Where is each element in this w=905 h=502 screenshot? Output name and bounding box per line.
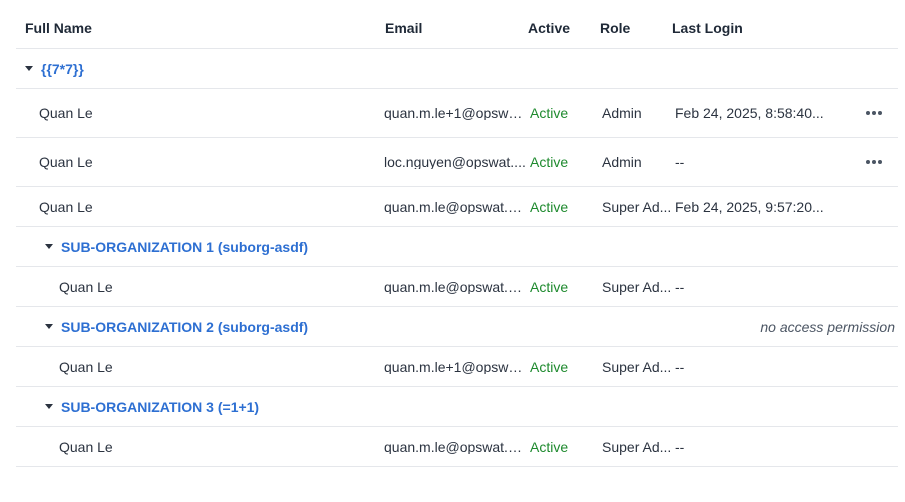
- user-email: loc.nguyen@opswat....: [384, 138, 526, 186]
- group-toggle[interactable]: SUB-ORGANIZATION 1 (suborg-asdf): [45, 227, 308, 266]
- header-role[interactable]: Role: [600, 8, 670, 48]
- user-email: quan.m.le@opswat.c...: [384, 267, 526, 306]
- row-actions: [856, 138, 892, 186]
- header-email[interactable]: Email: [385, 8, 515, 48]
- group-row[interactable]: SUB-ORGANIZATION 1 (suborg-asdf): [16, 227, 898, 267]
- user-name: Quan Le: [59, 358, 113, 375]
- table-row[interactable]: Quan Le quan.m.le@opswat.c... Active Sup…: [16, 267, 898, 307]
- access-note: no access permission: [760, 318, 895, 335]
- user-last-login: Feb 24, 2025, 9:57:20...: [675, 198, 824, 215]
- more-horizontal-icon[interactable]: [866, 111, 882, 115]
- group-toggle[interactable]: SUB-ORGANIZATION 3 (=1+1): [45, 387, 259, 426]
- row-actions: [856, 89, 892, 137]
- user-email-text: quan.m.le+1@opswa...: [384, 106, 526, 120]
- group-label: {{7*7}}: [41, 60, 84, 77]
- group-label: SUB-ORGANIZATION 2 (suborg-asdf): [61, 318, 309, 335]
- user-email-text: quan.m.le@opswat.c...: [384, 279, 526, 294]
- group-row[interactable]: SUB-ORGANIZATION 2 (suborg-asdf) no acce…: [16, 307, 898, 347]
- user-role: Admin: [602, 105, 642, 121]
- user-active-status: Active: [530, 358, 569, 375]
- user-name: Quan Le: [59, 278, 113, 295]
- header-full-name[interactable]: Full Name: [25, 8, 365, 48]
- user-last-login: --: [675, 154, 685, 170]
- user-active-status: Active: [530, 105, 569, 121]
- caret-down-icon[interactable]: [45, 324, 53, 329]
- user-email-text: quan.m.le+1@opswa...: [384, 359, 526, 374]
- group-label: SUB-ORGANIZATION 1 (suborg-asdf): [61, 238, 309, 255]
- table-row[interactable]: Quan Le quan.m.le+1@opswa... Active Admi…: [16, 89, 898, 138]
- user-email: quan.m.le+1@opswa...: [384, 347, 526, 386]
- group-row[interactable]: SUB-ORGANIZATION 3 (=1+1): [16, 387, 898, 427]
- user-email-text: loc.nguyen@opswat....: [384, 155, 526, 169]
- user-email-text: quan.m.le@opswat.c...: [384, 439, 526, 454]
- user-last-login: --: [675, 438, 685, 455]
- user-email: quan.m.le@opswat.c...: [384, 427, 526, 466]
- user-email: quan.m.le+1@opswa...: [384, 89, 526, 137]
- user-active-status: Active: [530, 278, 569, 295]
- table-row[interactable]: Quan Le quan.m.le@opswat.c... Active Sup…: [16, 427, 898, 467]
- user-active-status: Active: [530, 154, 569, 170]
- user-active-status: Active: [530, 438, 569, 455]
- user-last-login: --: [675, 278, 685, 295]
- user-active-status: Active: [530, 198, 569, 215]
- user-last-login: --: [675, 358, 685, 375]
- table-row[interactable]: Quan Le quan.m.le@opswat.c... Active Sup…: [16, 187, 898, 227]
- group-label: SUB-ORGANIZATION 3 (=1+1): [61, 398, 260, 415]
- group-toggle[interactable]: {{7*7}}: [25, 49, 84, 88]
- header-active[interactable]: Active: [528, 8, 598, 48]
- table-header: Full Name Email Active Role Last Login: [16, 8, 898, 49]
- user-email: quan.m.le@opswat.c...: [384, 187, 526, 226]
- user-role: Super Ad...: [602, 358, 670, 375]
- user-role: Super Ad...: [602, 198, 670, 215]
- user-email-text: quan.m.le@opswat.c...: [384, 199, 526, 214]
- user-name: Quan Le: [39, 105, 93, 121]
- user-role: Super Ad...: [602, 278, 670, 295]
- more-horizontal-icon[interactable]: [866, 160, 882, 164]
- caret-down-icon[interactable]: [25, 66, 33, 71]
- users-table: Full Name Email Active Role Last Login {…: [16, 8, 898, 467]
- user-name: Quan Le: [39, 198, 93, 215]
- user-role: Super Ad...: [602, 438, 670, 455]
- caret-down-icon[interactable]: [45, 244, 53, 249]
- table-row[interactable]: Quan Le loc.nguyen@opswat.... Active Adm…: [16, 138, 898, 187]
- table-row[interactable]: Quan Le quan.m.le+1@opswa... Active Supe…: [16, 347, 898, 387]
- group-row[interactable]: {{7*7}}: [16, 49, 898, 89]
- user-name: Quan Le: [59, 438, 113, 455]
- user-role: Admin: [602, 154, 642, 170]
- group-toggle[interactable]: SUB-ORGANIZATION 2 (suborg-asdf): [45, 307, 308, 346]
- user-name: Quan Le: [39, 154, 93, 170]
- caret-down-icon[interactable]: [45, 404, 53, 409]
- user-last-login: Feb 24, 2025, 8:58:40...: [675, 105, 824, 121]
- header-last-login[interactable]: Last Login: [672, 8, 852, 48]
